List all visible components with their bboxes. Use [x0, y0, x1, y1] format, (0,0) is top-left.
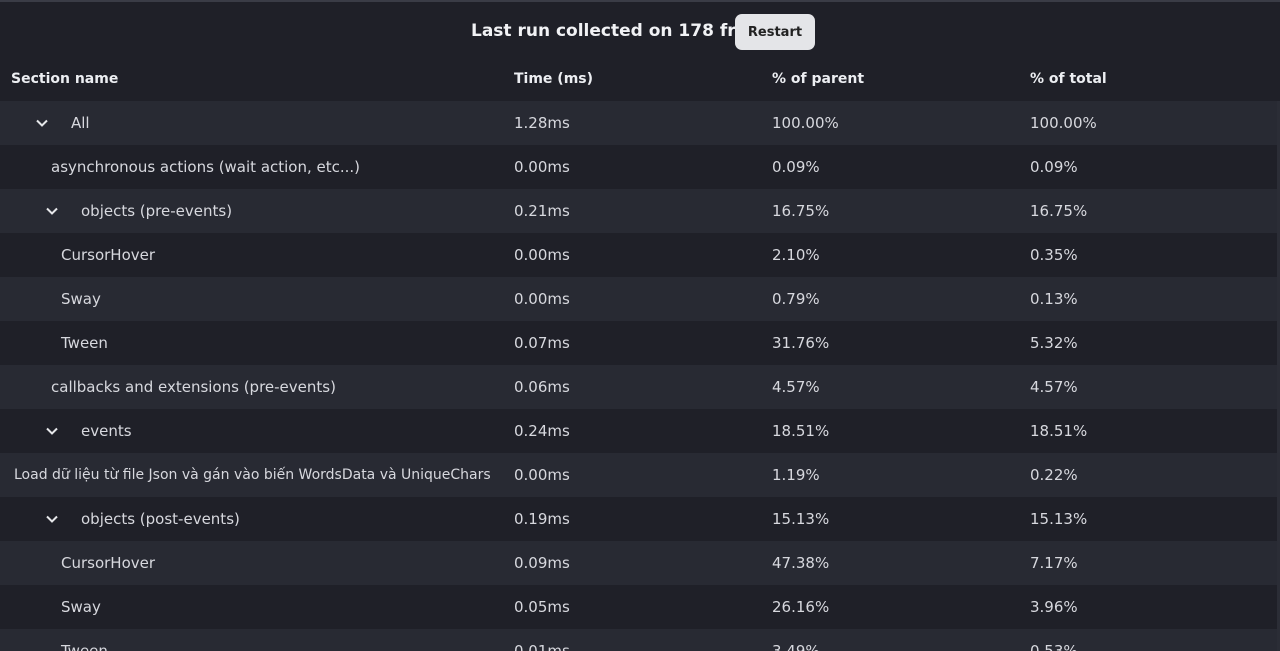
table-row[interactable]: CursorHover 0.09ms 47.38% 7.17%: [0, 541, 1277, 585]
section-name: events: [81, 422, 132, 440]
time-value: 0.19ms: [514, 510, 570, 528]
percent-total-value: 3.96%: [1030, 598, 1078, 616]
percent-total-value: 0.09%: [1030, 158, 1078, 176]
percent-total-value: 0.53%: [1030, 642, 1078, 651]
chevron-down-icon[interactable]: [44, 511, 60, 527]
percent-total-value: 0.22%: [1030, 466, 1078, 484]
column-header-time: Time (ms): [514, 71, 594, 87]
time-value: 1.28ms: [514, 114, 570, 132]
profiler-table-body[interactable]: All 1.28ms 100.00% 100.00% asynchronous …: [0, 101, 1277, 651]
percent-parent-value: 47.38%: [772, 554, 830, 572]
table-row[interactable]: Sway 0.00ms 0.79% 0.13%: [0, 277, 1277, 321]
percent-total-value: 4.57%: [1030, 378, 1078, 396]
percent-total-value: 0.13%: [1030, 290, 1078, 308]
section-name: callbacks and extensions (pre-events): [51, 378, 336, 396]
chevron-down-icon[interactable]: [34, 115, 50, 131]
percent-parent-value: 3.49%: [772, 642, 820, 651]
percent-parent-value: 2.10%: [772, 246, 820, 264]
percent-total-value: 16.75%: [1030, 202, 1088, 220]
time-value: 0.01ms: [514, 642, 570, 651]
percent-total-value: 7.17%: [1030, 554, 1078, 572]
table-row[interactable]: CursorHover 0.00ms 2.10% 0.35%: [0, 233, 1277, 277]
percent-total-value: 15.13%: [1030, 510, 1088, 528]
section-name: asynchronous actions (wait action, etc..…: [51, 158, 361, 176]
table-row[interactable]: asynchronous actions (wait action, etc..…: [0, 145, 1277, 189]
percent-total-value: 0.35%: [1030, 246, 1078, 264]
section-name: Tween: [61, 642, 108, 651]
time-value: 0.00ms: [514, 158, 570, 176]
percent-total-value: 18.51%: [1030, 422, 1088, 440]
table-row[interactable]: callbacks and extensions (pre-events) 0.…: [0, 365, 1277, 409]
section-name: objects (pre-events): [81, 202, 233, 220]
table-row[interactable]: events 0.24ms 18.51% 18.51%: [0, 409, 1277, 453]
percent-parent-value: 18.51%: [772, 422, 830, 440]
restart-button[interactable]: Restart: [735, 14, 815, 50]
table-row[interactable]: objects (pre-events) 0.21ms 16.75% 16.75…: [0, 189, 1277, 233]
time-value: 0.07ms: [514, 334, 570, 352]
percent-parent-value: 1.19%: [772, 466, 820, 484]
section-name: Tween: [61, 334, 108, 352]
percent-parent-value: 100.00%: [772, 114, 839, 132]
table-row[interactable]: Tween 0.01ms 3.49% 0.53%: [0, 629, 1277, 651]
table-row[interactable]: objects (post-events) 0.19ms 15.13% 15.1…: [0, 497, 1277, 541]
section-name: CursorHover: [61, 554, 156, 572]
column-header-percent-parent: % of parent: [772, 71, 865, 87]
section-name: All: [71, 114, 90, 132]
percent-total-value: 100.00%: [1030, 114, 1097, 132]
section-name: Sway: [61, 598, 101, 616]
table-row[interactable]: Tween 0.07ms 31.76% 5.32%: [0, 321, 1277, 365]
percent-parent-value: 0.09%: [772, 158, 820, 176]
time-value: 0.00ms: [514, 466, 570, 484]
time-value: 0.00ms: [514, 290, 570, 308]
section-name: Load dữ liệu từ file Json và gán vào biế…: [14, 467, 491, 483]
chevron-down-icon[interactable]: [44, 423, 60, 439]
table-row[interactable]: Load dữ liệu từ file Json và gán vào biế…: [0, 453, 1277, 497]
percent-parent-value: 31.76%: [772, 334, 830, 352]
chevron-down-icon[interactable]: [44, 203, 60, 219]
section-name: objects (post-events): [81, 510, 240, 528]
table-row[interactable]: All 1.28ms 100.00% 100.00%: [0, 101, 1277, 145]
percent-parent-value: 16.75%: [772, 202, 830, 220]
table-header: Section name Time (ms) % of parent % of …: [0, 60, 1280, 100]
percent-parent-value: 0.79%: [772, 290, 820, 308]
time-value: 0.05ms: [514, 598, 570, 616]
section-name: Sway: [61, 290, 101, 308]
percent-parent-value: 4.57%: [772, 378, 820, 396]
time-value: 0.09ms: [514, 554, 570, 572]
time-value: 0.24ms: [514, 422, 570, 440]
percent-parent-value: 15.13%: [772, 510, 830, 528]
table-row[interactable]: Sway 0.05ms 26.16% 3.96%: [0, 585, 1277, 629]
profiler-header: Last run collected on 178 frames. Restar…: [0, 2, 1280, 60]
column-header-section-name: Section name: [11, 71, 119, 87]
percent-parent-value: 26.16%: [772, 598, 830, 616]
percent-total-value: 5.32%: [1030, 334, 1078, 352]
time-value: 0.06ms: [514, 378, 570, 396]
column-header-percent-total: % of total: [1030, 71, 1107, 87]
time-value: 0.00ms: [514, 246, 570, 264]
time-value: 0.21ms: [514, 202, 570, 220]
section-name: CursorHover: [61, 246, 156, 264]
